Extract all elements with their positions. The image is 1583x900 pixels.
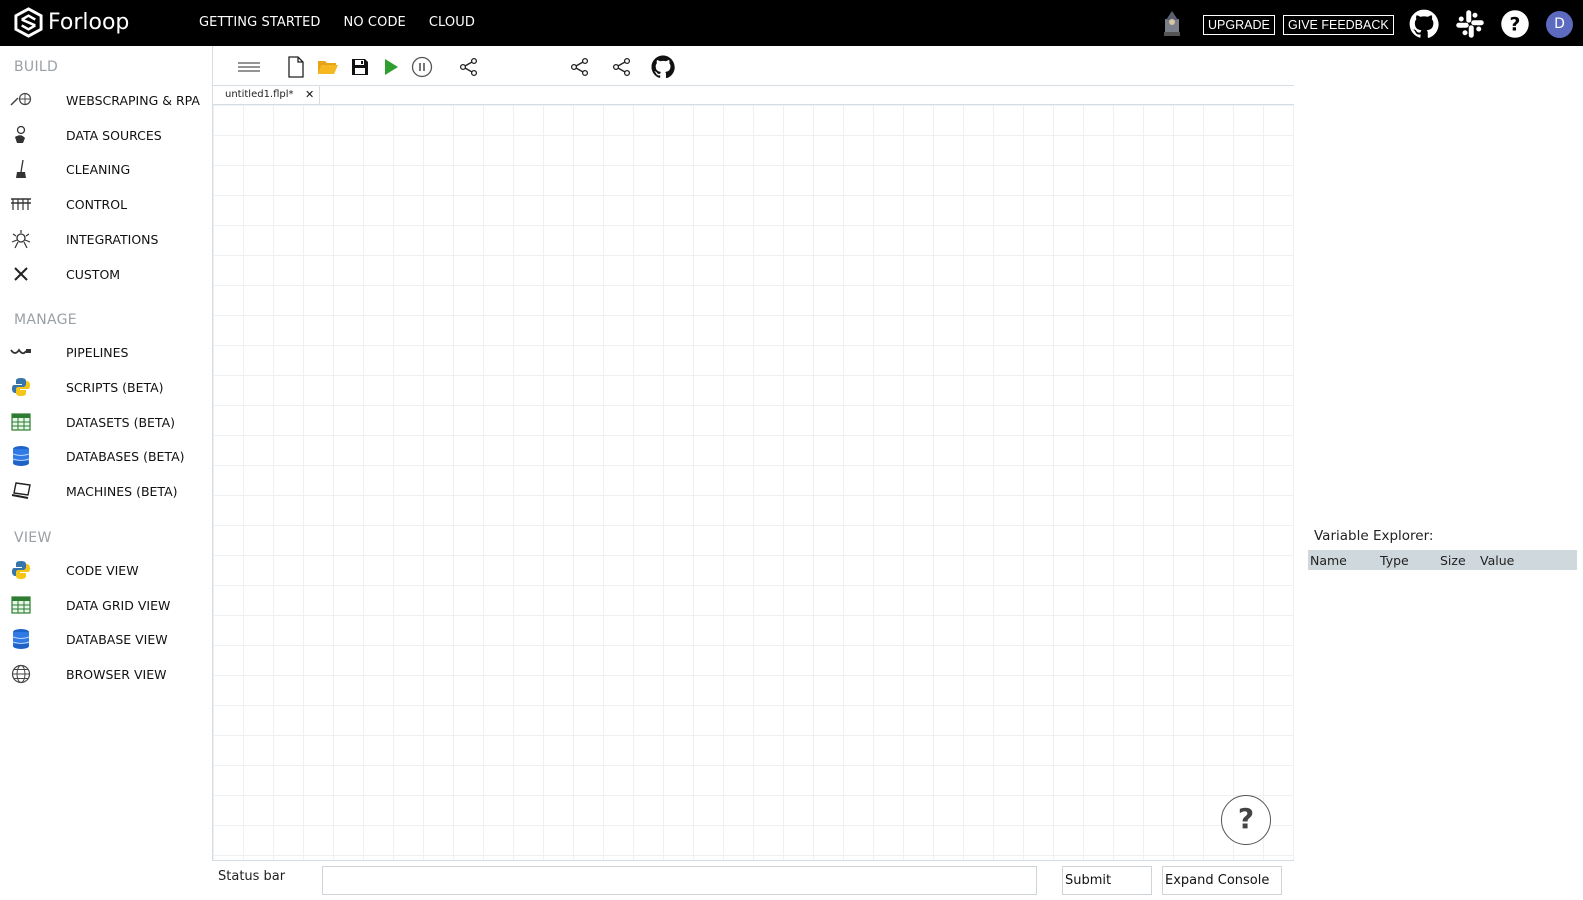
console-input[interactable] [322, 866, 1037, 895]
broom-icon [10, 158, 32, 180]
svg-text:?: ? [1510, 14, 1521, 35]
sidebar-item-label: DATABASES (BETA) [66, 448, 185, 464]
top-navbar: Forloop GETTING STARTED NO CODE CLOUD UP… [0, 0, 1583, 46]
wizard-icon[interactable] [1160, 10, 1184, 37]
sidebar-item-label: DATASETS (BETA) [66, 414, 176, 430]
nav-no-code[interactable]: NO CODE [344, 15, 406, 30]
machine-icon [10, 480, 32, 502]
top-nav: GETTING STARTED NO CODE CLOUD [199, 15, 498, 30]
sidebar-item-label: DATA GRID VIEW [66, 597, 171, 613]
share-icon[interactable] [457, 55, 481, 79]
sidebar-item-custom[interactable]: CUSTOM [0, 259, 212, 289]
nav-getting-started[interactable]: GETTING STARTED [199, 15, 321, 30]
sidebar-item-datasets[interactable]: DATASETS (BETA) [0, 407, 212, 437]
python-icon [10, 559, 32, 581]
nav-cloud[interactable]: CLOUD [429, 15, 475, 30]
sidebar-item-label: BROWSER VIEW [66, 666, 167, 682]
tab-untitled1[interactable]: untitled1.flpl* ✕ [213, 86, 320, 105]
sidebar-item-webscraping[interactable]: WEBSCRAPING & RPA [0, 85, 212, 115]
control-icon [10, 193, 32, 215]
section-title-view: VIEW [14, 530, 52, 546]
pipeline-canvas[interactable]: ? [213, 105, 1294, 861]
sidebar-item-label: SCRIPTS (BETA) [66, 379, 164, 395]
section-title-manage: MANAGE [14, 312, 77, 328]
sidebar-item-label: WEBSCRAPING & RPA [66, 92, 200, 108]
sidebar-item-label: DATABASE VIEW [66, 631, 168, 647]
sidebar-item-label: CUSTOM [66, 266, 121, 282]
brand-name: Forloop [48, 10, 130, 35]
share-icon[interactable] [568, 55, 592, 79]
integrations-icon [10, 228, 32, 250]
sidebar-item-data-sources[interactable]: DATA SOURCES [0, 120, 212, 150]
table-icon [10, 594, 32, 616]
sidebar-item-scripts[interactable]: SCRIPTS (BETA) [0, 372, 212, 402]
github-icon[interactable] [651, 55, 675, 79]
column-header-type[interactable]: Type [1380, 553, 1409, 568]
new-file-icon[interactable] [284, 55, 308, 79]
sidebar: BUILD WEBSCRAPING & RPA DATA SOURCES CLE… [0, 46, 212, 900]
column-header-name[interactable]: Name [1310, 553, 1347, 568]
column-header-size[interactable]: Size [1440, 553, 1466, 568]
github-icon[interactable] [1409, 9, 1439, 39]
section-title-build: BUILD [14, 59, 59, 75]
data-sources-icon [10, 124, 32, 146]
variable-explorer-header: Name Type Size Value [1308, 550, 1577, 570]
python-icon [10, 376, 32, 398]
sidebar-item-label: MACHINES (BETA) [66, 483, 178, 499]
close-icon[interactable]: ✕ [305, 86, 314, 104]
forloop-logo-icon [14, 7, 43, 38]
globe-icon [10, 663, 32, 685]
help-icon[interactable]: ? [1500, 9, 1530, 39]
sidebar-item-browser-view[interactable]: BROWSER VIEW [0, 659, 212, 689]
variable-explorer-panel: Variable Explorer: Name Type Size Value [1294, 46, 1583, 900]
sidebar-item-label: PIPELINES [66, 344, 129, 360]
toolbar [213, 46, 1295, 86]
share-icon[interactable] [610, 55, 634, 79]
menu-icon[interactable] [236, 55, 262, 79]
sidebar-item-label: INTEGRATIONS [66, 231, 159, 247]
help-button[interactable]: ? [1221, 795, 1271, 845]
variable-explorer-title: Variable Explorer: [1314, 528, 1434, 544]
sidebar-item-databases[interactable]: DATABASES (BETA) [0, 441, 212, 471]
tools-icon [10, 263, 32, 285]
status-bar-label: Status bar [218, 869, 286, 884]
save-icon[interactable] [348, 55, 372, 79]
sidebar-item-pipelines[interactable]: PIPELINES [0, 337, 212, 367]
brand[interactable]: Forloop [13, 7, 129, 38]
sidebar-item-integrations[interactable]: INTEGRATIONS [0, 224, 212, 254]
upgrade-button[interactable]: UPGRADE [1203, 15, 1275, 35]
sidebar-item-label: CLEANING [66, 161, 131, 177]
file-tabs: untitled1.flpl* ✕ [213, 86, 1295, 105]
sidebar-item-machines[interactable]: MACHINES (BETA) [0, 476, 212, 506]
sidebar-item-database-view[interactable]: DATABASE VIEW [0, 624, 212, 654]
sidebar-item-code-view[interactable]: CODE VIEW [0, 555, 212, 585]
sidebar-item-label: CONTROL [66, 196, 128, 212]
submit-button[interactable]: Submit [1062, 866, 1152, 895]
sidebar-item-control[interactable]: CONTROL [0, 189, 212, 219]
column-header-value[interactable]: Value [1480, 553, 1514, 568]
sidebar-item-cleaning[interactable]: CLEANING [0, 154, 212, 184]
give-feedback-button[interactable]: GIVE FEEDBACK [1283, 15, 1394, 35]
pause-icon[interactable] [410, 55, 434, 79]
webscraping-icon [10, 89, 32, 111]
workspace: untitled1.flpl* ✕ ? [212, 46, 1295, 861]
tab-label: untitled1.flpl* [225, 89, 294, 100]
table-icon [10, 411, 32, 433]
sidebar-item-label: CODE VIEW [66, 562, 139, 578]
sidebar-item-data-grid-view[interactable]: DATA GRID VIEW [0, 590, 212, 620]
open-folder-icon[interactable] [316, 55, 340, 79]
sidebar-item-label: DATA SOURCES [66, 127, 162, 143]
user-avatar[interactable]: D [1546, 11, 1573, 38]
run-icon[interactable] [379, 55, 403, 79]
database-icon [10, 628, 32, 650]
status-bar: Status bar Submit Expand Console [212, 860, 1294, 900]
slack-icon[interactable] [1455, 9, 1485, 39]
pipelines-icon [10, 341, 32, 363]
database-icon [10, 445, 32, 467]
expand-console-button[interactable]: Expand Console [1162, 866, 1282, 895]
